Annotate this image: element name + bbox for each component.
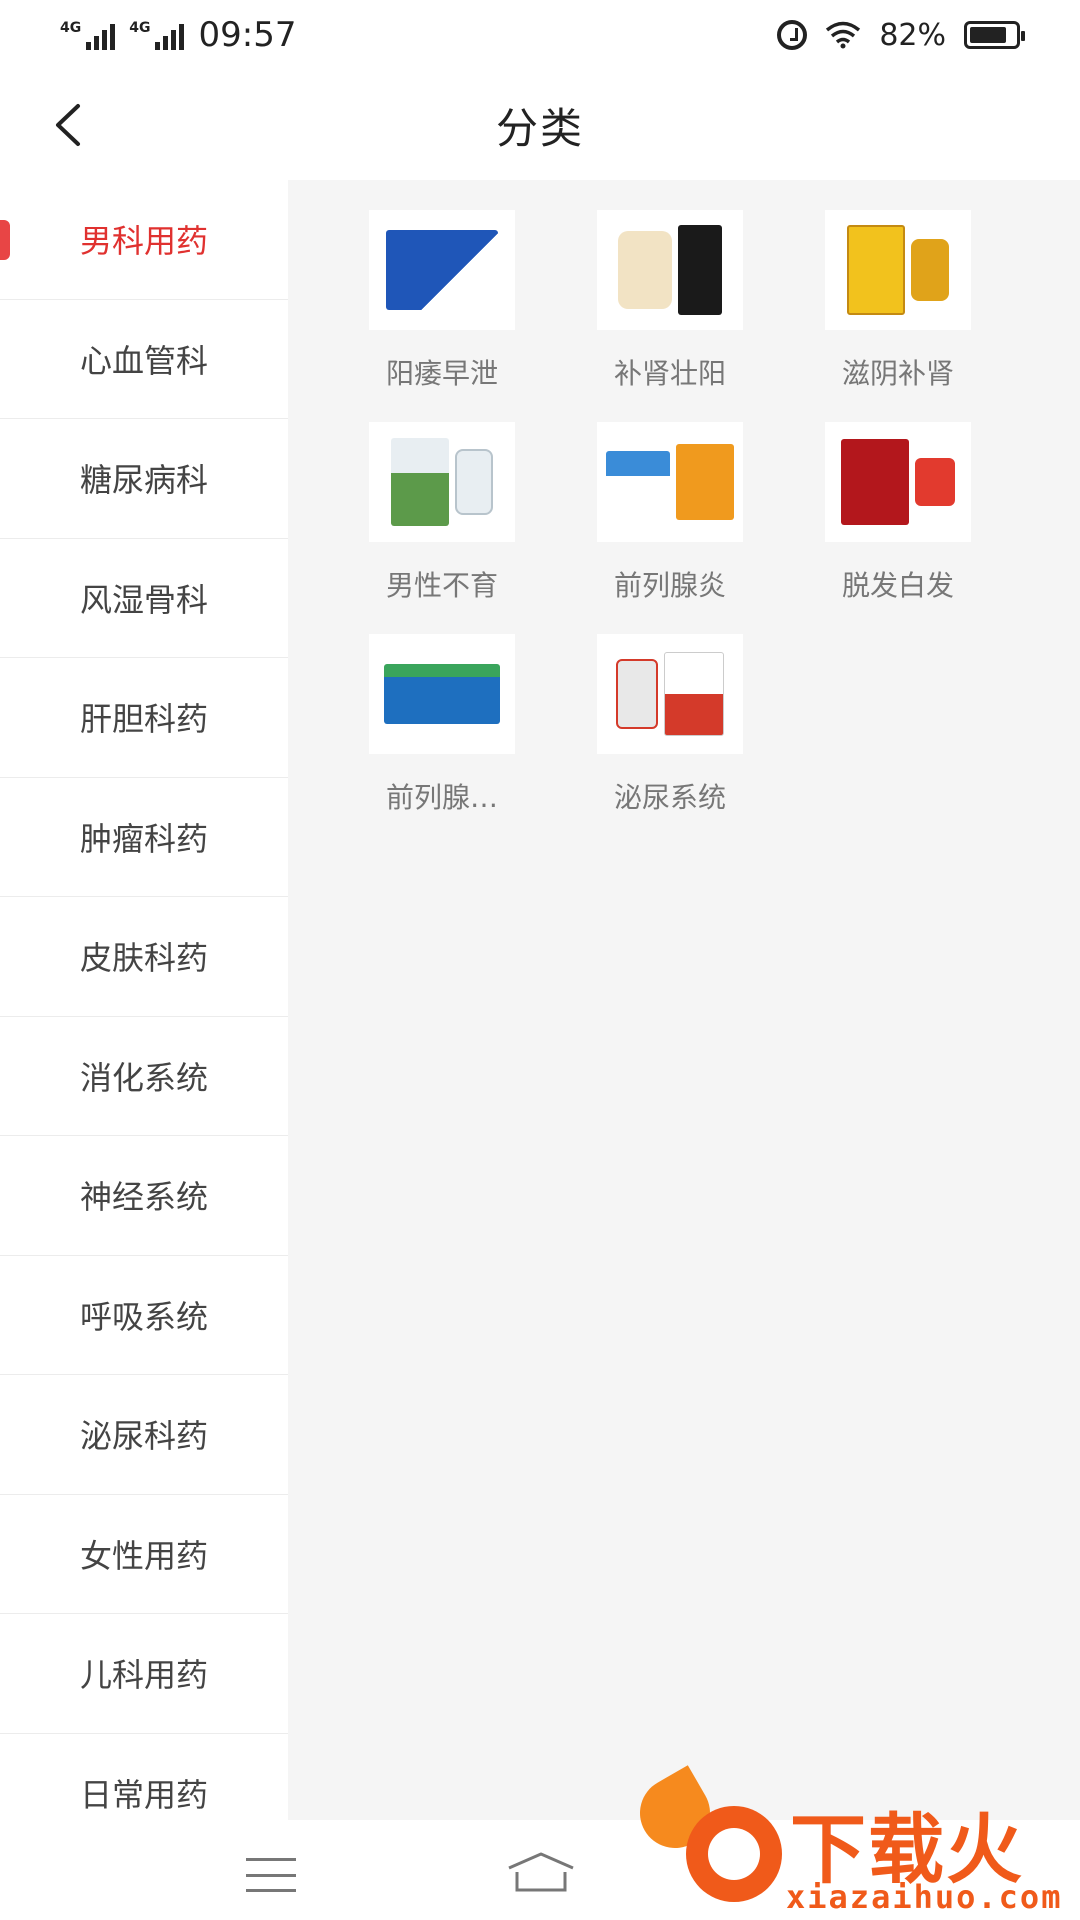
- product-image: [825, 422, 971, 542]
- product-box: [841, 439, 909, 525]
- product-jar: [616, 659, 658, 729]
- category-label: 补肾壮阳: [613, 357, 726, 390]
- status-right: 82%: [777, 17, 1025, 53]
- product-box: [384, 664, 500, 724]
- product-box: [676, 444, 734, 520]
- sidebar-item-label: 男科用药: [79, 222, 208, 261]
- sidebar-item[interactable]: 男科用药: [0, 180, 288, 300]
- category-label: 前列腺炎: [613, 569, 726, 602]
- category-tile[interactable]: 滋阴补肾: [784, 210, 1012, 392]
- product-image: [597, 210, 743, 330]
- product-image: [369, 634, 515, 754]
- product-box: [847, 225, 905, 315]
- sidebar-item[interactable]: 肿瘤科药: [0, 778, 288, 897]
- product-image: [369, 422, 515, 542]
- product-jar: [911, 239, 949, 301]
- product-box: [664, 652, 724, 736]
- sidebar-item-label: 肿瘤科药: [79, 819, 208, 858]
- page-header: 分类: [0, 70, 1080, 180]
- product-image: [597, 422, 743, 542]
- category-sidebar: 男科用药 心血管科 糖尿病科 风湿骨科 肝胆科药 肿瘤科药 皮肤科药 消化系统 …: [0, 180, 288, 1853]
- status-bar: 4G 4G 09:57 82%: [0, 0, 1080, 70]
- sidebar-item-label: 呼吸系统: [79, 1297, 208, 1336]
- category-label: 滋阴补肾: [841, 357, 954, 390]
- sidebar-item-label: 神经系统: [79, 1178, 208, 1217]
- sidebar-item[interactable]: 皮肤科药: [0, 897, 288, 1017]
- signal-icon: 4G: [129, 20, 185, 50]
- signal-icon: 4G: [60, 20, 116, 50]
- download-icon: [686, 1806, 782, 1902]
- sidebar-item-label: 糖尿病科: [79, 461, 208, 500]
- sidebar-item-label: 心血管科: [79, 341, 208, 380]
- sidebar-item[interactable]: 呼吸系统: [0, 1256, 288, 1375]
- sidebar-item-label: 日常用药: [79, 1775, 208, 1814]
- sidebar-item-label: 风湿骨科: [79, 580, 208, 619]
- category-label: 前列腺…: [385, 781, 498, 814]
- category-grid: 阳痿早泄 补肾壮阳 滋阴补肾 男性不育 前列腺炎 脱发白发 前列腺… 泌尿系统: [328, 210, 1028, 816]
- category-tile[interactable]: 补肾壮阳: [556, 210, 784, 392]
- sidebar-item[interactable]: 风湿骨科: [0, 539, 288, 658]
- watermark-url: xiazaihuo.com: [786, 1878, 1063, 1916]
- category-tile[interactable]: 前列腺…: [328, 634, 556, 816]
- sidebar-item-label: 肝胆科药: [79, 700, 208, 739]
- sidebar-item[interactable]: 泌尿科药: [0, 1375, 288, 1495]
- menu-icon[interactable]: [246, 1858, 296, 1892]
- battery-icon: [964, 21, 1025, 49]
- status-time: 09:57: [198, 15, 297, 55]
- category-tile[interactable]: 前列腺炎: [556, 422, 784, 604]
- sidebar-item[interactable]: 消化系统: [0, 1017, 288, 1136]
- category-tile[interactable]: 阳痿早泄: [328, 210, 556, 392]
- sidebar-item-label: 女性用药: [79, 1536, 208, 1575]
- sidebar-item-label: 消化系统: [79, 1058, 208, 1097]
- status-left: 4G 4G 09:57: [60, 15, 296, 55]
- product-box: [386, 230, 498, 310]
- category-tile[interactable]: 男性不育: [328, 422, 556, 604]
- watermark-logo: 下载火 xiazaihuo.com: [627, 1765, 1080, 1920]
- product-image: [369, 210, 515, 330]
- wifi-icon: [826, 21, 861, 49]
- page-title: 分类: [495, 103, 584, 153]
- product-jar: [455, 449, 493, 515]
- category-tile[interactable]: 脱发白发: [784, 422, 1012, 604]
- category-label: 脱发白发: [841, 569, 954, 602]
- product-box: [606, 451, 670, 513]
- home-icon[interactable]: [505, 1850, 577, 1894]
- category-tile[interactable]: 泌尿系统: [556, 634, 784, 816]
- product-box: [678, 225, 722, 315]
- sidebar-item[interactable]: 女性用药: [0, 1495, 288, 1614]
- category-content: 阳痿早泄 补肾壮阳 滋阴补肾 男性不育 前列腺炎 脱发白发 前列腺… 泌尿系统: [288, 180, 1080, 1820]
- product-box: [391, 438, 449, 526]
- sidebar-item-label: 皮肤科药: [79, 939, 208, 978]
- sidebar-item-label: 儿科用药: [79, 1656, 208, 1695]
- sidebar-item[interactable]: 肝胆科药: [0, 658, 288, 778]
- battery-percent: 82%: [879, 17, 946, 53]
- category-label: 泌尿系统: [613, 781, 726, 814]
- sidebar-item[interactable]: 神经系统: [0, 1136, 288, 1256]
- network-type-2: 4G: [129, 20, 151, 36]
- chevron-left-icon[interactable]: [48, 102, 94, 148]
- network-type-1: 4G: [60, 20, 82, 36]
- alarm-icon: [777, 20, 808, 50]
- product-image: [825, 210, 971, 330]
- sidebar-item-label: 泌尿科药: [79, 1417, 208, 1456]
- sidebar-item[interactable]: 儿科用药: [0, 1614, 288, 1734]
- product-jar: [618, 231, 672, 309]
- sidebar-item[interactable]: 心血管科: [0, 300, 288, 419]
- category-label: 阳痿早泄: [385, 357, 498, 390]
- category-label: 男性不育: [385, 569, 498, 602]
- sidebar-item[interactable]: 糖尿病科: [0, 419, 288, 539]
- product-jar: [915, 458, 955, 506]
- product-image: [597, 634, 743, 754]
